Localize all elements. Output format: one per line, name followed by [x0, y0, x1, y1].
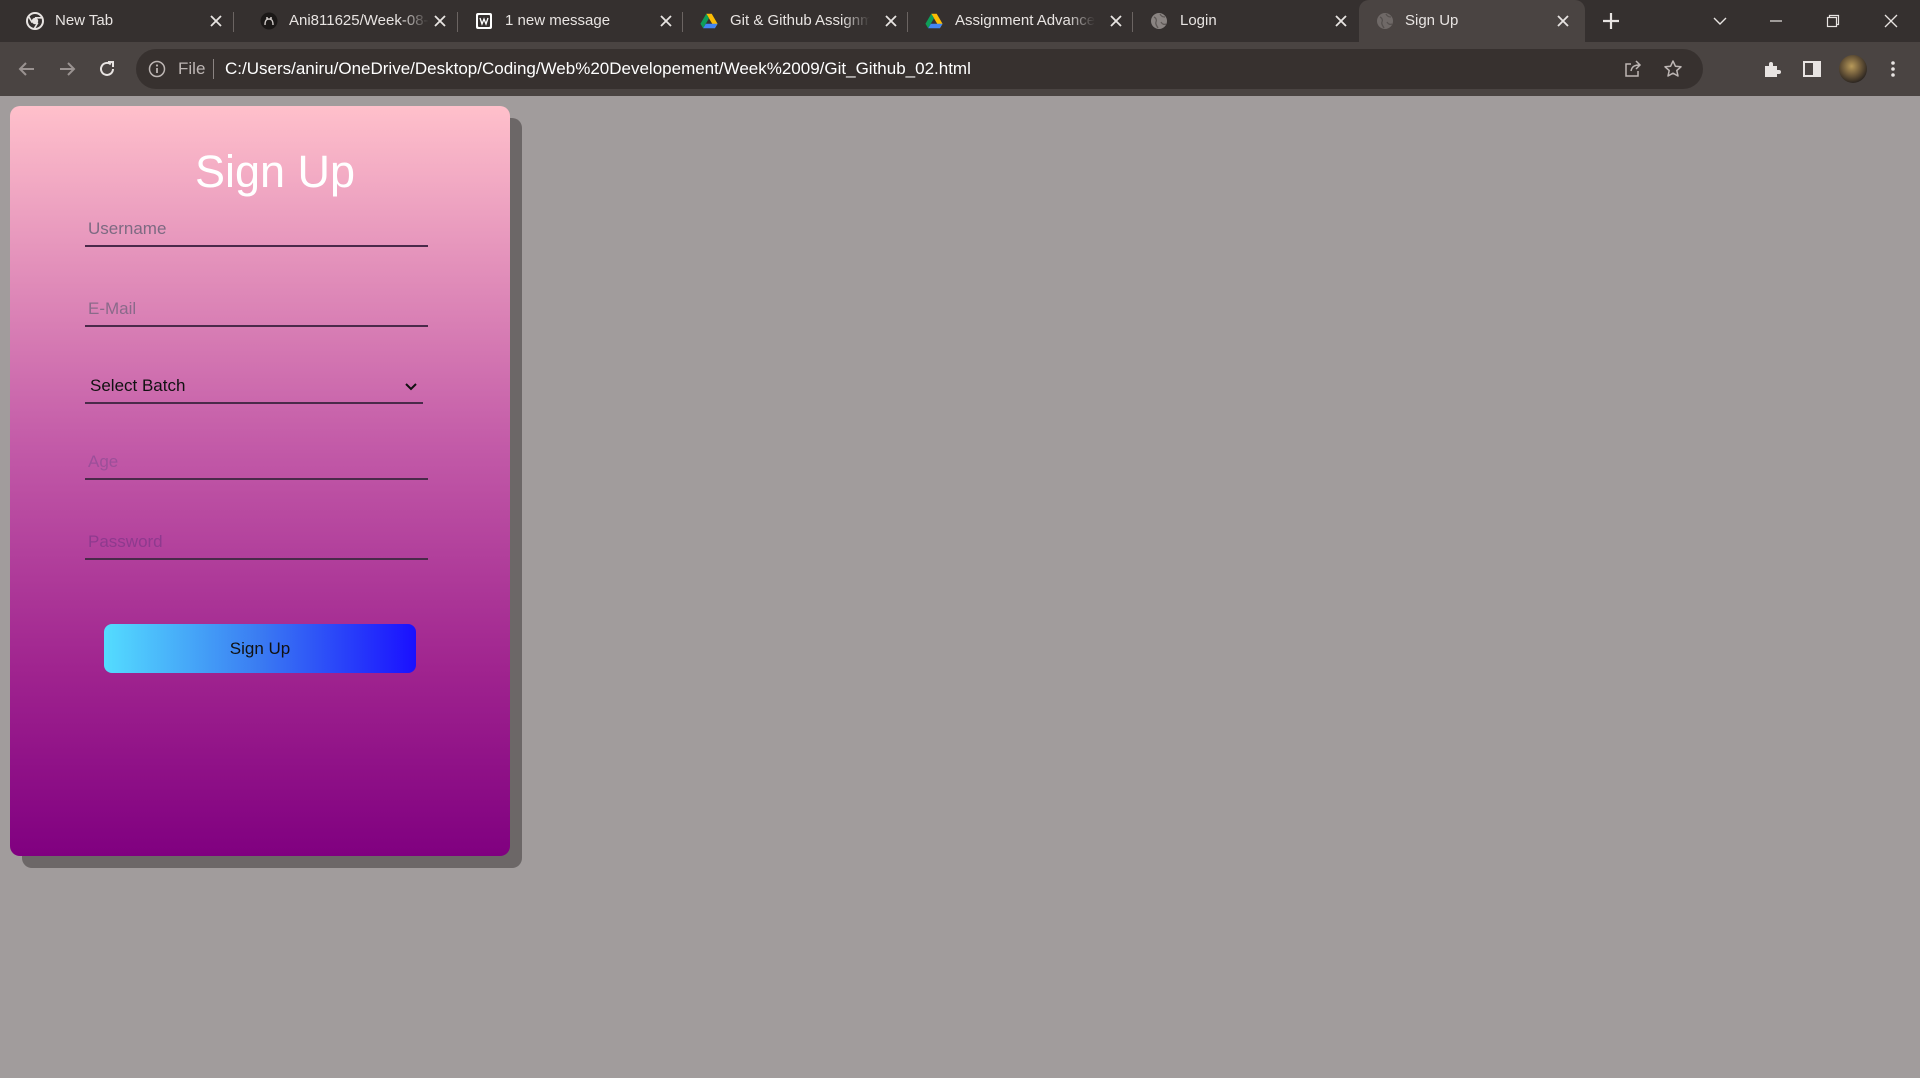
minimize-icon[interactable]: [1761, 6, 1791, 36]
address-bar[interactable]: File C:/Users/aniru/OneDrive/Desktop/Cod…: [136, 49, 1703, 89]
globe-icon: [1150, 12, 1168, 30]
tab-close-icon[interactable]: [1553, 11, 1573, 31]
password-field[interactable]: Password: [85, 524, 428, 560]
reload-icon[interactable]: [93, 55, 121, 83]
tab-title: Ani811625/Week-08-: [289, 12, 429, 29]
page-title: Sign Up: [194, 146, 356, 197]
batch-select-value: Select Batch: [90, 376, 186, 395]
tab-title: 1 new message: [505, 12, 611, 29]
chrome-icon: [26, 12, 44, 30]
signup-card: Sign Up Username E-Mail Select Batch Age…: [10, 106, 510, 856]
tab-drive-assignment-advance[interactable]: Assignment Advance: [908, 0, 1133, 42]
google-drive-icon: [925, 12, 943, 30]
tab-github[interactable]: Ani811625/Week-08-: [234, 0, 458, 42]
globe-icon: [1376, 12, 1394, 30]
tab-close-icon[interactable]: [1331, 11, 1351, 31]
tab-sign-up[interactable]: Sign Up: [1359, 0, 1585, 42]
url-scheme: File: [178, 59, 206, 78]
url-text[interactable]: C:/Users/aniru/OneDrive/Desktop/Coding/W…: [225, 60, 971, 78]
tab-close-icon[interactable]: [881, 11, 901, 31]
tab-close-icon[interactable]: [656, 11, 676, 31]
new-tab-icon[interactable]: [1600, 10, 1622, 32]
back-icon[interactable]: [13, 55, 41, 83]
email-placeholder: E-Mail: [88, 299, 137, 318]
tab-login[interactable]: Login: [1133, 0, 1358, 42]
share-icon[interactable]: [1623, 59, 1643, 79]
batch-select[interactable]: Select Batch: [85, 366, 423, 404]
github-icon: [260, 12, 278, 30]
password-placeholder: Password: [88, 532, 163, 551]
restore-icon[interactable]: [1818, 6, 1848, 36]
tab-title: Login: [1180, 12, 1217, 29]
google-drive-icon: [700, 12, 718, 30]
signup-button[interactable]: Sign Up: [104, 624, 416, 673]
tab-close-icon[interactable]: [430, 11, 450, 31]
forward-icon[interactable]: [53, 55, 81, 83]
whatsapp-icon: [475, 12, 493, 30]
age-field[interactable]: Age: [85, 444, 428, 480]
tab-strip: New Tab Ani811625/Week-08- 1 new message…: [0, 0, 1920, 42]
tab-drive-git-assignment[interactable]: Git & Github Assignm: [683, 0, 908, 42]
extensions-puzzle-icon[interactable]: [1758, 55, 1786, 83]
tab-title: Sign Up: [1405, 12, 1459, 29]
menu-kebab-icon[interactable]: [1879, 55, 1907, 83]
bookmark-star-icon[interactable]: [1663, 59, 1683, 79]
tab-close-icon[interactable]: [1106, 11, 1126, 31]
tab-title: New Tab: [55, 12, 114, 29]
browser-toolbar: File C:/Users/aniru/OneDrive/Desktop/Cod…: [0, 42, 1920, 96]
username-placeholder: Username: [88, 219, 167, 238]
site-info-icon[interactable]: [148, 60, 166, 78]
close-window-icon[interactable]: [1876, 6, 1906, 36]
tab-close-icon[interactable]: [206, 11, 226, 31]
email-field[interactable]: E-Mail: [85, 291, 428, 327]
tab-title: Assignment Advance: [955, 12, 1095, 29]
age-placeholder: Age: [88, 452, 119, 471]
tab-search-chevron-icon[interactable]: [1705, 6, 1735, 36]
tab-new-tab[interactable]: New Tab: [0, 0, 234, 42]
tab-whatsapp[interactable]: 1 new message: [458, 0, 683, 42]
profile-avatar[interactable]: [1839, 55, 1867, 83]
chevron-down-icon: [403, 379, 419, 395]
tab-title: Git & Github Assignm: [730, 12, 870, 29]
side-panel-icon[interactable]: [1798, 55, 1826, 83]
username-field[interactable]: Username: [85, 211, 428, 247]
url-divider: [213, 59, 214, 79]
